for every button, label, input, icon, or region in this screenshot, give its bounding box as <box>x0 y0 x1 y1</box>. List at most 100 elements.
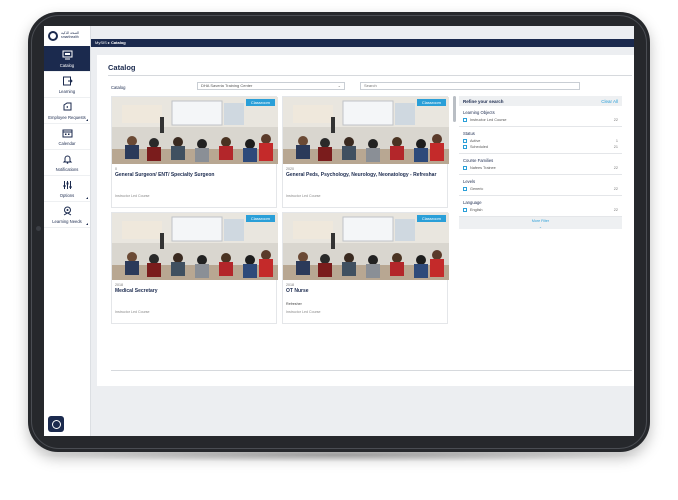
sidebar-item-label: Catalog <box>59 62 75 68</box>
filter-option-count: 22 <box>613 208 618 212</box>
learning-needs-icon <box>61 206 73 217</box>
more-filter-button[interactable]: More Filter ⌄ <box>459 217 622 229</box>
logo-icon <box>48 31 58 41</box>
sidebar-item-learning-needs[interactable]: Learning Needs <box>44 202 90 228</box>
course-title[interactable]: Medical Secretary <box>115 288 275 294</box>
filter-option-count: 22 <box>613 187 618 191</box>
logo-english-text: smarthealth <box>61 35 79 39</box>
filter-option-label: Scheduled <box>470 145 488 149</box>
sidebar-item-calendar[interactable]: Calendar <box>44 124 90 150</box>
classroom-badge: Classroom <box>416 215 446 222</box>
breadcrumb-separator-icon: ▸ <box>107 40 110 45</box>
filter-option-label: Active <box>470 139 481 143</box>
checkbox[interactable] <box>463 145 467 149</box>
submenu-caret-icon <box>86 223 88 225</box>
checkbox[interactable] <box>463 139 467 143</box>
filter-option[interactable]: Generic 22 <box>463 186 618 192</box>
chevron-down-icon: ⌄ <box>538 225 542 229</box>
course-grid-scrollbar[interactable] <box>453 96 456 122</box>
course-card[interactable]: Classroom 0 General Surgeon/ ENT/ Specia… <box>111 96 278 208</box>
submenu-caret-icon <box>86 119 88 121</box>
classroom-photo: Classroom <box>283 97 449 164</box>
sidebar-item-label: Learning <box>58 88 76 94</box>
refine-search-panel: Refine your search Clear All Learning Ob… <box>459 96 622 256</box>
course-grid: Classroom 0 General Surgeon/ ENT/ Specia… <box>111 96 451 328</box>
training-center-select[interactable]: DHA Saveria Training Center ⌄ <box>197 82 345 90</box>
clear-all-link[interactable]: Clear All <box>601 99 618 104</box>
requests-icon <box>61 102 73 113</box>
filter-option-count: 22 <box>613 166 618 170</box>
refine-header: Refine your search Clear All <box>459 96 622 106</box>
classroom-photo: Classroom <box>112 97 278 164</box>
filter-option[interactable]: Nafees Trainee 22 <box>463 165 618 171</box>
course-type: Instructor Led Course <box>115 194 150 198</box>
chat-icon <box>51 419 61 429</box>
training-center-value: DHA Saveria Training Center <box>201 83 253 88</box>
search-input[interactable]: Search <box>360 82 580 90</box>
course-year: 0 <box>115 167 117 171</box>
classroom-badge: Classroom <box>416 99 446 106</box>
course-type: Instructor Led Course <box>286 194 321 198</box>
sidebar-item-label: Calendar <box>58 140 76 146</box>
breadcrumb-root[interactable]: MySIS <box>95 40 107 45</box>
catalog-filter-label: Catalog <box>111 85 126 90</box>
search-value: Search <box>364 83 377 88</box>
filter-section-language: Language English 22 <box>459 196 622 217</box>
sidebar-item-employee-requests[interactable]: Employee Requests <box>44 98 90 124</box>
checkbox[interactable] <box>463 187 467 191</box>
course-type: Instructor Led Course <box>115 310 150 314</box>
page-title: Catalog <box>108 63 136 72</box>
filter-option-count: 21 <box>613 145 618 149</box>
tablet-camera <box>36 226 41 231</box>
course-year: 2020 <box>286 167 294 171</box>
submenu-caret-icon <box>86 197 88 199</box>
filter-section-title: Language <box>463 200 482 205</box>
filter-option[interactable]: English 22 <box>463 207 618 213</box>
sidebar-item-label: Notifications <box>55 166 79 172</box>
chat-support-button[interactable] <box>48 416 64 432</box>
filter-option[interactable]: Instructor Led Course 22 <box>463 117 618 123</box>
course-card[interactable]: Classroom 2018 Medical Secretary Instruc… <box>111 212 278 324</box>
filter-section-title: Status <box>463 131 475 136</box>
sidebar: الصحة الذكية smarthealth Catalog Learnin… <box>44 26 91 436</box>
course-subtitle: Refresher <box>286 302 302 306</box>
checkbox[interactable] <box>463 166 467 170</box>
course-card[interactable]: Classroom 2020 General Peds, Psychology,… <box>282 96 449 208</box>
classroom-badge: Classroom <box>245 215 275 222</box>
filter-section-title: Levels <box>463 179 476 184</box>
filter-option-label: Generic <box>470 187 484 191</box>
bell-icon <box>61 154 73 165</box>
catalog-icon <box>61 50 73 61</box>
sidebar-item-notifications[interactable]: Notifications <box>44 150 90 176</box>
filter-section-learning-objects: Learning Objects Instructor Led Course 2… <box>459 106 622 127</box>
checkbox[interactable] <box>463 118 467 122</box>
filter-option-count: 22 <box>613 118 618 122</box>
breadcrumb-current: Catalog <box>111 40 126 45</box>
course-title[interactable]: OT Nurse <box>286 288 446 294</box>
course-type: Instructor Led Course <box>286 310 321 314</box>
smarthealth-logo[interactable]: الصحة الذكية smarthealth <box>44 26 90 46</box>
course-card[interactable]: Classroom 2018 OT Nurse Refresher Instru… <box>282 212 449 324</box>
classroom-badge: Classroom <box>245 99 275 106</box>
filter-option-label: English <box>470 208 483 212</box>
sidebar-item-learning[interactable]: Learning <box>44 72 90 98</box>
sidebar-item-label: Employee Requests <box>48 114 86 120</box>
options-icon <box>61 180 73 191</box>
sidebar-item-label: Learning Needs <box>52 218 82 224</box>
classroom-photo: Classroom <box>112 213 278 280</box>
filter-option-label: Instructor Led Course <box>470 118 507 122</box>
course-year: 2018 <box>286 283 294 287</box>
filter-section-levels: Levels Generic 22 <box>459 175 622 196</box>
filter-section-title: Learning Objects <box>463 110 495 115</box>
breadcrumb: MySIS ▸ Catalog <box>91 39 634 47</box>
filter-section-title: Course Families <box>463 158 494 163</box>
sidebar-item-label: Options <box>59 192 75 198</box>
course-title[interactable]: General Surgeon/ ENT/ Specialty Surgeon <box>115 172 275 178</box>
filter-option-label: Nafees Trainee <box>470 166 496 170</box>
course-title[interactable]: General Peds, Psychology, Neurology, Neo… <box>286 172 446 178</box>
filter-option[interactable]: Scheduled 21 <box>463 144 618 150</box>
sidebar-item-catalog[interactable]: Catalog <box>44 46 90 72</box>
filter-section-status: Status Active 1 Scheduled 21 <box>459 127 622 154</box>
sidebar-item-options[interactable]: Options <box>44 176 90 202</box>
checkbox[interactable] <box>463 208 467 212</box>
